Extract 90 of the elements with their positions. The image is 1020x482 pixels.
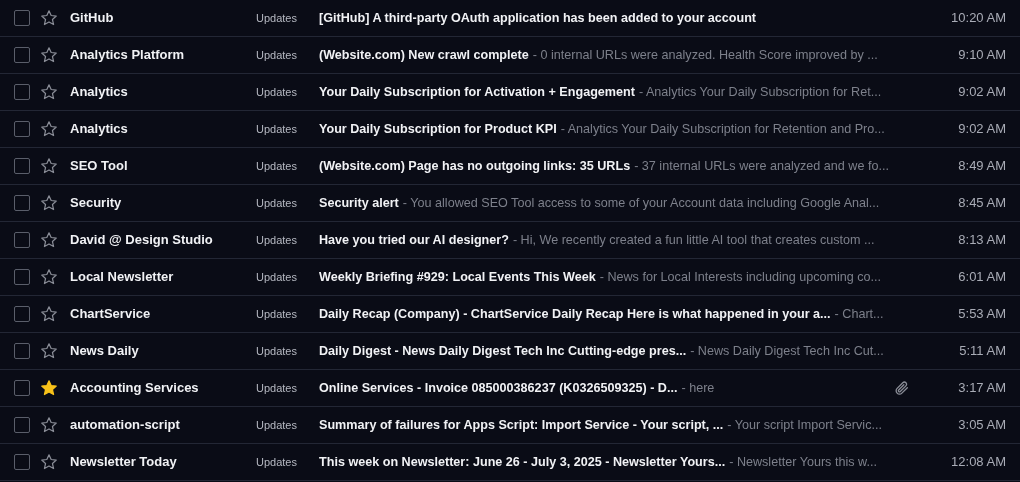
checkbox[interactable] (14, 84, 30, 100)
checkbox[interactable] (14, 158, 30, 174)
label-tag: Updates (256, 231, 316, 249)
sender-name: ChartService (70, 305, 152, 324)
sender-name: automation-script (70, 416, 181, 435)
star-icon[interactable] (40, 194, 58, 212)
star-icon[interactable] (40, 46, 58, 64)
label-tag: Updates (256, 305, 316, 323)
email-preview: - News for Local Interests including upcoming co... (599, 268, 882, 286)
star-icon[interactable] (40, 416, 58, 434)
label-tag: Updates (256, 194, 316, 212)
star-icon[interactable] (40, 157, 58, 175)
email-preview: - News Daily Digest Tech Inc Cut... (690, 342, 884, 360)
label-tag: Updates (256, 46, 316, 64)
label-tag: Updates (256, 120, 316, 138)
label-tag: Updates (256, 453, 316, 471)
star-icon[interactable] (40, 231, 58, 249)
label-tag: Updates (256, 268, 316, 286)
email-time: 12:08 AM (950, 453, 1006, 472)
email-preview: - Newsletter Yours this w... (729, 453, 877, 471)
star-icon[interactable] (40, 453, 58, 471)
email-subject[interactable]: (Website.com) Page has no outgoing links: 35 URLs (319, 156, 631, 176)
checkbox[interactable] (14, 10, 30, 26)
sender-name: SEO Tool (70, 157, 129, 176)
email-time: 9:02 AM (957, 120, 1006, 139)
email-preview: - Chart... (834, 305, 884, 323)
sender-name: Analytics (70, 120, 129, 139)
email-preview: - Analytics Your Daily Subscription for Retention and Pro... (560, 120, 885, 138)
star-icon[interactable] (40, 83, 58, 101)
checkbox[interactable] (14, 232, 30, 248)
checkbox[interactable] (14, 343, 30, 359)
star-icon[interactable] (40, 305, 58, 323)
sender-name: Analytics (70, 83, 129, 102)
checkbox[interactable] (14, 121, 30, 137)
label-tag: Updates (256, 9, 316, 27)
sender-name: Security (70, 194, 123, 213)
email-time: 8:13 AM (957, 231, 1006, 250)
sender-name: Analytics Platform (70, 46, 186, 65)
label-tag: Updates (256, 157, 316, 175)
star-icon[interactable] (40, 120, 58, 138)
checkbox[interactable] (14, 454, 30, 470)
label-tag: Updates (256, 416, 316, 434)
email-time: 5:53 AM (957, 305, 1006, 324)
label-tag: Updates (256, 83, 316, 101)
email-subject[interactable]: Summary of failures for Apps Script: Import Service - Your script, ... (319, 415, 724, 435)
email-time: 3:05 AM (957, 416, 1006, 435)
star-icon[interactable] (40, 379, 58, 397)
email-preview: - 37 internal URLs were analyzed and we fo... (634, 157, 889, 175)
email-time: 3:17 AM (957, 379, 1006, 398)
label-tag: Updates (256, 379, 316, 397)
email-subject[interactable]: This week on Newsletter: June 26 - July 3, 2025 - Newsletter Yours... (319, 452, 726, 472)
email-preview: - You allowed SEO Tool access to some of your Account data including Google Anal... (402, 194, 880, 212)
email-time: 9:10 AM (957, 46, 1006, 65)
email-time: 9:02 AM (957, 83, 1006, 102)
email-subject[interactable]: [GitHub] A third-party OAuth application has been added to your account (319, 8, 757, 28)
email-preview: - 0 internal URLs were analyzed. Health Score improved by ... (532, 46, 878, 64)
label-tag: Updates (256, 342, 316, 360)
sender-name: News Daily (70, 342, 140, 361)
sender-name: Newsletter Today (70, 453, 178, 472)
email-subject[interactable]: Daily Recap (Company) - ChartService Daily Recap Here is what happened in your a... (319, 304, 831, 324)
email-time: 8:45 AM (957, 194, 1006, 213)
checkbox[interactable] (14, 417, 30, 433)
email-preview: - here (681, 379, 715, 397)
email-preview: - Your script Import Servic... (727, 416, 882, 434)
star-icon[interactable] (40, 342, 58, 360)
email-time: 8:49 AM (957, 157, 1006, 176)
email-subject[interactable]: Security alert (319, 193, 399, 213)
sender-name: Accounting Services (70, 379, 200, 398)
email-preview: - Hi, We recently created a fun little AI tool that creates custom ... (512, 231, 875, 249)
checkbox[interactable] (14, 195, 30, 211)
email-subject[interactable]: Daily Digest - News Daily Digest Tech Inc Cutting-edge pres... (319, 341, 687, 361)
sender-name: Local Newsletter (70, 268, 175, 287)
star-icon[interactable] (40, 268, 58, 286)
email-subject[interactable]: Your Daily Subscription for Activation + Engagement (319, 82, 635, 102)
email-time: 10:20 AM (950, 9, 1006, 28)
email-time: 6:01 AM (957, 268, 1006, 287)
sender-name: GitHub (70, 9, 115, 28)
email-subject[interactable]: Have you tried our AI designer? (319, 230, 509, 250)
star-icon[interactable] (40, 9, 58, 27)
checkbox[interactable] (14, 47, 30, 63)
email-subject[interactable]: Weekly Briefing #929: Local Events This Week (319, 267, 596, 287)
email-time: 5:11 AM (958, 342, 1006, 361)
checkbox[interactable] (14, 306, 30, 322)
sender-name: David @ Design Studio (70, 231, 214, 250)
email-subject[interactable]: Online Services - Invoice 085000386237 (K0326509325) - D... (319, 378, 678, 398)
email-subject[interactable]: Your Daily Subscription for Product KPI (319, 119, 557, 139)
email-preview: - Analytics Your Daily Subscription for Ret... (638, 83, 882, 101)
email-subject[interactable]: (Website.com) New crawl complete (319, 45, 529, 65)
checkbox[interactable] (14, 380, 30, 396)
checkbox[interactable] (14, 269, 30, 285)
